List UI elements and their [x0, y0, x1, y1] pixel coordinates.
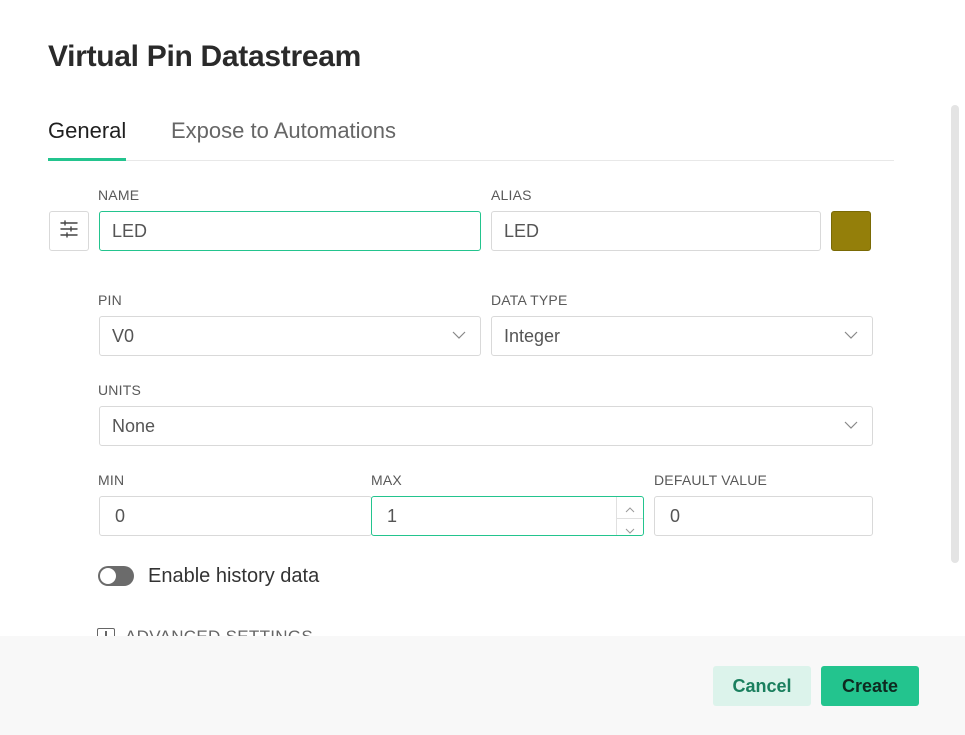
chevron-down-icon: [625, 519, 635, 540]
data-type-label: DATA TYPE: [491, 292, 568, 308]
toggle-knob: [100, 568, 116, 584]
name-input-value: LED: [112, 220, 148, 241]
data-type-select[interactable]: Integer: [491, 316, 873, 356]
tab-bar: General Expose to Automations: [48, 108, 894, 161]
min-label: MIN: [98, 472, 125, 488]
chevron-down-icon: [452, 328, 466, 342]
dialog-footer: Cancel Create: [0, 636, 965, 735]
history-toggle-label: Enable history data: [148, 565, 320, 587]
alias-input[interactable]: LED: [491, 211, 821, 251]
name-input[interactable]: LED: [99, 211, 481, 251]
scrollbar[interactable]: [951, 105, 959, 563]
units-select-value: None: [112, 415, 156, 436]
units-select[interactable]: None: [99, 406, 873, 446]
min-input[interactable]: 0: [99, 496, 372, 536]
tab-general[interactable]: General: [48, 118, 127, 161]
history-toggle[interactable]: [98, 566, 134, 586]
datastream-dialog: Virtual Pin Datastream General Expose to…: [0, 0, 965, 735]
default-value-input[interactable]: 0: [654, 496, 873, 536]
chevron-down-icon: [844, 328, 858, 342]
max-input[interactable]: 1: [371, 496, 644, 536]
pin-select-value: V0: [112, 325, 135, 346]
default-value-label: DEFAULT VALUE: [654, 472, 768, 488]
chevron-up-icon: [625, 497, 635, 518]
name-label: NAME: [98, 187, 140, 203]
default-value-input-value: 0: [670, 505, 681, 526]
increment-button[interactable]: [617, 497, 643, 519]
decrement-button[interactable]: [617, 519, 643, 540]
data-type-select-value: Integer: [504, 325, 561, 346]
color-picker-swatch[interactable]: [831, 211, 871, 251]
alias-label: ALIAS: [491, 187, 532, 203]
alias-input-value: LED: [504, 220, 540, 241]
max-input-value: 1: [387, 505, 398, 526]
pin-label: PIN: [98, 292, 122, 308]
cancel-button[interactable]: Cancel: [713, 666, 811, 706]
units-label: UNITS: [98, 382, 141, 398]
dialog-title: Virtual Pin Datastream: [48, 40, 361, 73]
pin-select[interactable]: V0: [99, 316, 481, 356]
chevron-down-icon: [844, 418, 858, 432]
tab-expose-to-automations[interactable]: Expose to Automations: [171, 118, 396, 158]
max-label: MAX: [371, 472, 402, 488]
create-button[interactable]: Create: [821, 666, 919, 706]
datastream-icon-button[interactable]: [49, 211, 89, 251]
max-spinner: [616, 497, 643, 535]
settings-sliders-icon: [59, 219, 79, 243]
min-input-value: 0: [115, 505, 126, 526]
